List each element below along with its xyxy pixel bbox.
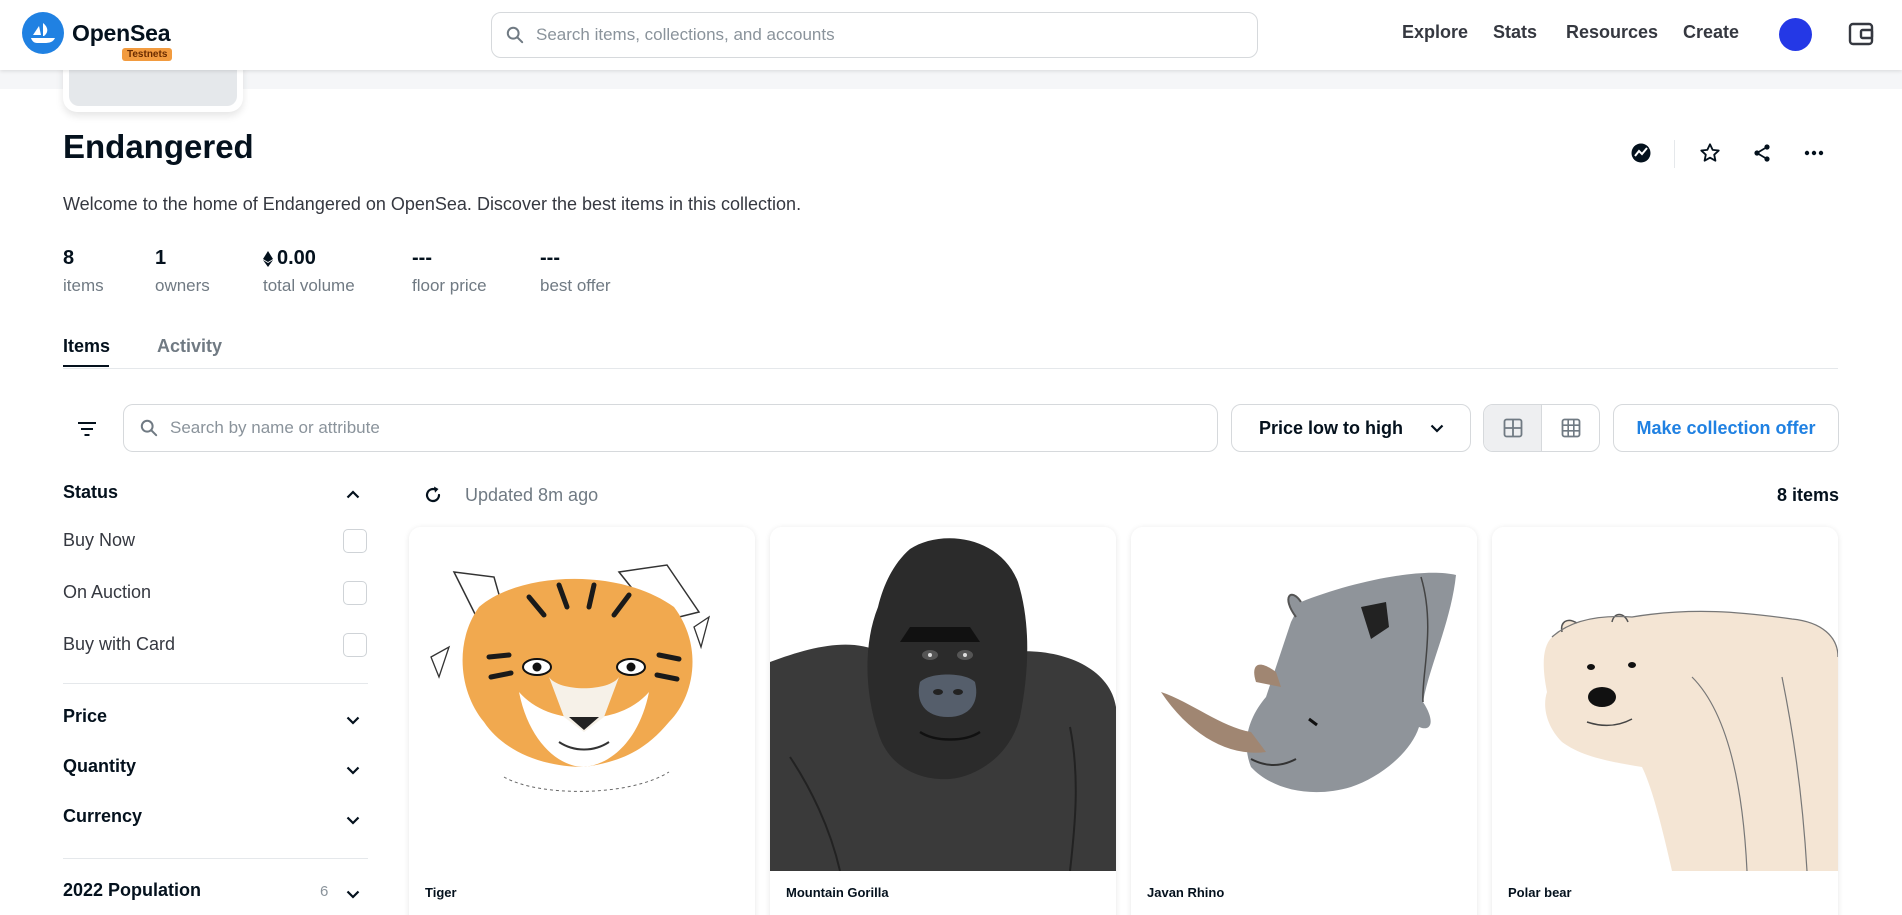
- collection-search-input[interactable]: [170, 418, 1217, 438]
- nft-card[interactable]: Javan Rhino: [1131, 527, 1477, 915]
- nft-name: Mountain Gorilla: [786, 885, 889, 900]
- small-grid-view-button[interactable]: [1542, 405, 1599, 451]
- stat-value: 8: [63, 247, 75, 269]
- chevron-down-icon[interactable]: [346, 886, 360, 904]
- profile-avatar[interactable]: [1779, 18, 1812, 51]
- status-option-buy-now: Buy Now: [63, 530, 136, 550]
- brand-name[interactable]: OpenSea: [72, 20, 171, 47]
- on-auction-checkbox[interactable]: [343, 581, 367, 605]
- opensea-logo-icon[interactable]: [22, 12, 64, 54]
- nav-stats[interactable]: Stats: [1493, 22, 1537, 43]
- status-option-buy-with-card: Buy with Card: [63, 634, 176, 654]
- item-count: 8 items: [1776, 485, 1839, 505]
- sort-dropdown[interactable]: Price low to high: [1231, 404, 1471, 452]
- stat-best-offer: --- best offer: [540, 247, 611, 296]
- buy-with-card-checkbox[interactable]: [343, 633, 367, 657]
- tab-activity[interactable]: Activity: [157, 336, 222, 357]
- population-filter-heading[interactable]: 2022 Population: [63, 880, 201, 901]
- top-navigation-bar: OpenSea Testnets Explore Stats Resources…: [0, 0, 1902, 70]
- nav-resources[interactable]: Resources: [1566, 22, 1658, 43]
- stat-label: best offer: [540, 276, 611, 295]
- price-filter-heading[interactable]: Price: [63, 706, 107, 727]
- chevron-down-icon: [1430, 424, 1444, 433]
- stat-total-volume: 0.00 total volume: [263, 247, 355, 296]
- buy-now-checkbox[interactable]: [343, 529, 367, 553]
- status-option-on-auction: On Auction: [63, 582, 152, 602]
- stat-floor-price: --- floor price: [412, 247, 487, 296]
- stat-value: ---: [412, 247, 432, 269]
- stat-label: items: [63, 276, 104, 295]
- nft-card[interactable]: Tiger: [409, 527, 755, 915]
- refresh-icon[interactable]: [422, 484, 444, 511]
- eth-icon: [263, 250, 273, 267]
- nft-card[interactable]: Mountain Gorilla: [770, 527, 1116, 915]
- divider: [63, 858, 368, 859]
- chevron-up-icon[interactable]: [346, 486, 360, 504]
- population-count: 6: [320, 883, 329, 900]
- tab-divider: [63, 368, 1838, 369]
- global-search-input[interactable]: [536, 25, 1257, 45]
- collection-description: Welcome to the home of Endangered on Ope…: [63, 194, 802, 214]
- nft-name: Javan Rhino: [1147, 885, 1225, 900]
- rhino-image: [1131, 527, 1477, 871]
- stat-label: floor price: [412, 276, 487, 295]
- nft-card[interactable]: Polar bear: [1492, 527, 1838, 915]
- large-grid-view-button[interactable]: [1484, 405, 1542, 451]
- currency-filter-heading[interactable]: Currency: [63, 806, 142, 827]
- collection-banner: [0, 70, 1902, 89]
- stat-items: 8 items: [63, 247, 104, 296]
- sort-label: Price low to high: [1259, 417, 1404, 438]
- more-options-icon[interactable]: [1801, 140, 1827, 166]
- gorilla-image: [770, 527, 1116, 871]
- testnets-badge: Testnets: [122, 48, 173, 61]
- updated-timestamp: Updated 8m ago: [465, 485, 599, 505]
- star-icon[interactable]: [1697, 140, 1723, 166]
- tab-items[interactable]: Items: [63, 336, 110, 357]
- nft-name: Polar bear: [1508, 885, 1572, 900]
- collection-search[interactable]: [123, 404, 1218, 452]
- tiger-image: [409, 527, 755, 871]
- stat-value: 1: [155, 247, 167, 269]
- stat-value: ---: [540, 247, 560, 269]
- small-grid-icon: [1561, 418, 1580, 438]
- stat-label: owners: [155, 276, 210, 295]
- view-toggle: [1483, 404, 1600, 452]
- chevron-down-icon[interactable]: [346, 762, 360, 780]
- collection-title: Endangered: [63, 128, 254, 165]
- nft-name: Tiger: [425, 885, 457, 900]
- search-icon: [506, 26, 524, 44]
- wallet-icon[interactable]: [1847, 20, 1875, 53]
- stat-owners: 1 owners: [155, 247, 210, 296]
- divider: [63, 683, 368, 684]
- polar-bear-image: [1492, 527, 1838, 871]
- nav-create[interactable]: Create: [1683, 22, 1739, 43]
- share-icon[interactable]: [1749, 140, 1775, 166]
- divider: [1674, 140, 1675, 168]
- quantity-filter-heading[interactable]: Quantity: [63, 756, 136, 777]
- make-collection-offer-button[interactable]: Make collection offer: [1613, 404, 1839, 452]
- search-icon: [140, 419, 158, 437]
- stat-value: 0.00: [277, 247, 316, 269]
- global-search[interactable]: [491, 12, 1258, 58]
- filter-icon: [78, 422, 96, 436]
- chevron-down-icon[interactable]: [346, 712, 360, 730]
- filter-toggle-button[interactable]: [70, 416, 104, 442]
- active-tab-indicator: [63, 365, 109, 367]
- nav-explore[interactable]: Explore: [1402, 22, 1468, 43]
- status-filter-heading[interactable]: Status: [63, 482, 118, 503]
- large-grid-icon: [1503, 418, 1522, 438]
- chevron-down-icon[interactable]: [346, 812, 360, 830]
- activity-chart-icon[interactable]: [1628, 140, 1654, 166]
- stat-label: total volume: [263, 276, 355, 295]
